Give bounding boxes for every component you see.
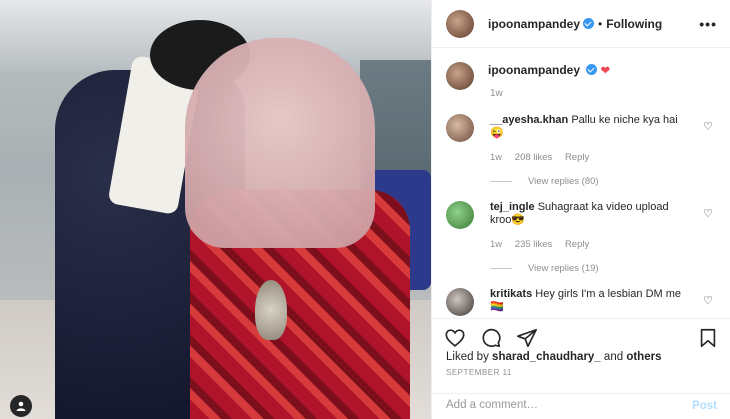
comment-likes[interactable]: 208 likes	[515, 152, 553, 163]
view-replies-label: View replies (80)	[528, 176, 599, 187]
author-avatar[interactable]	[446, 9, 474, 38]
post-date[interactable]: SEPTEMBER 11	[446, 368, 512, 377]
post-comment-button[interactable]: Post	[692, 400, 717, 412]
view-replies-button[interactable]: View replies (80)	[490, 176, 599, 187]
author-username[interactable]: ipoonampandey	[488, 17, 580, 31]
likes-summary: Liked by sharad_chaudhary_ and others	[446, 351, 661, 363]
comment-avatar[interactable]	[446, 201, 474, 229]
view-replies-label: View replies (19)	[528, 263, 599, 274]
caption-timestamp[interactable]: 1w	[490, 88, 503, 99]
comment-username[interactable]: tej_ingle	[490, 201, 535, 213]
comment-body: kritikats Hey girls I'm a lesbian DM me …	[490, 288, 690, 314]
comment-time[interactable]: 1w	[490, 152, 502, 163]
liked-by-username[interactable]: sharad_chaudhary_	[492, 351, 601, 363]
post-actions: Liked by sharad_chaudhary_ and others SE…	[432, 318, 730, 418]
comment-input[interactable]	[446, 399, 666, 411]
likes-and: and	[603, 351, 624, 363]
following-button[interactable]: Following	[606, 17, 662, 31]
likes-prefix: Liked by	[446, 351, 489, 363]
paper-plane-icon[interactable]	[516, 327, 538, 349]
post-caption: ipoonampandey ❤ 1w	[446, 62, 610, 99]
tagged-user-button[interactable]	[10, 395, 32, 417]
comment-like-icon[interactable]: ♡	[703, 207, 713, 220]
replies-divider	[490, 181, 512, 182]
photo-kaleera	[255, 280, 287, 340]
verified-badge-icon	[583, 18, 595, 29]
user-icon	[16, 401, 26, 411]
post-header: ipoonampandey • Following •••	[432, 0, 730, 48]
caption-author-username[interactable]: ipoonampandey	[488, 63, 580, 77]
comment-username[interactable]: __ayesha.khan	[490, 114, 568, 126]
comment-reply-button[interactable]: Reply	[565, 239, 589, 250]
photo-bride-veil	[185, 38, 375, 248]
comment-meta: 1w 235 likes Reply	[490, 239, 599, 250]
comment-meta: 1w 208 likes Reply	[490, 152, 599, 163]
replies-divider	[490, 268, 512, 269]
comment-like-icon[interactable]: ♡	[703, 120, 713, 133]
verified-badge-icon	[586, 64, 598, 75]
likes-others-link[interactable]: others	[626, 351, 661, 363]
bookmark-icon[interactable]	[697, 327, 719, 349]
header-separator: •	[598, 16, 603, 31]
comment-username[interactable]: kritikats	[490, 288, 532, 300]
comment-avatar[interactable]	[446, 288, 474, 316]
comments-list[interactable]: ipoonampandey ❤ 1w __ayesha.khan Pallu k…	[432, 48, 730, 318]
view-replies-button[interactable]: View replies (19)	[490, 263, 599, 274]
more-options-icon[interactable]: •••	[699, 16, 717, 32]
add-comment-bar: Post	[432, 393, 730, 419]
post-photo[interactable]	[0, 0, 431, 419]
comment-likes[interactable]: 235 likes	[515, 239, 553, 250]
comment-like-icon[interactable]: ♡	[703, 294, 713, 307]
comment-avatar[interactable]	[446, 114, 474, 142]
comment-time[interactable]: 1w	[490, 239, 502, 250]
caption-heart: ❤	[600, 65, 610, 77]
instagram-post-view: ipoonampandey • Following ••• ipoonampan…	[0, 0, 730, 419]
caption-author-avatar[interactable]	[446, 62, 474, 90]
comment-body: tej_ingle Suhagraat ka video upload kroo…	[490, 201, 690, 227]
heart-outline-icon[interactable]	[444, 327, 466, 349]
speech-bubble-icon[interactable]	[480, 327, 502, 349]
comment-reply-button[interactable]: Reply	[565, 152, 589, 163]
post-side-panel: ipoonampandey • Following ••• ipoonampan…	[431, 0, 730, 419]
comment-body: __ayesha.khan Pallu ke niche kya hai😜	[490, 114, 690, 140]
